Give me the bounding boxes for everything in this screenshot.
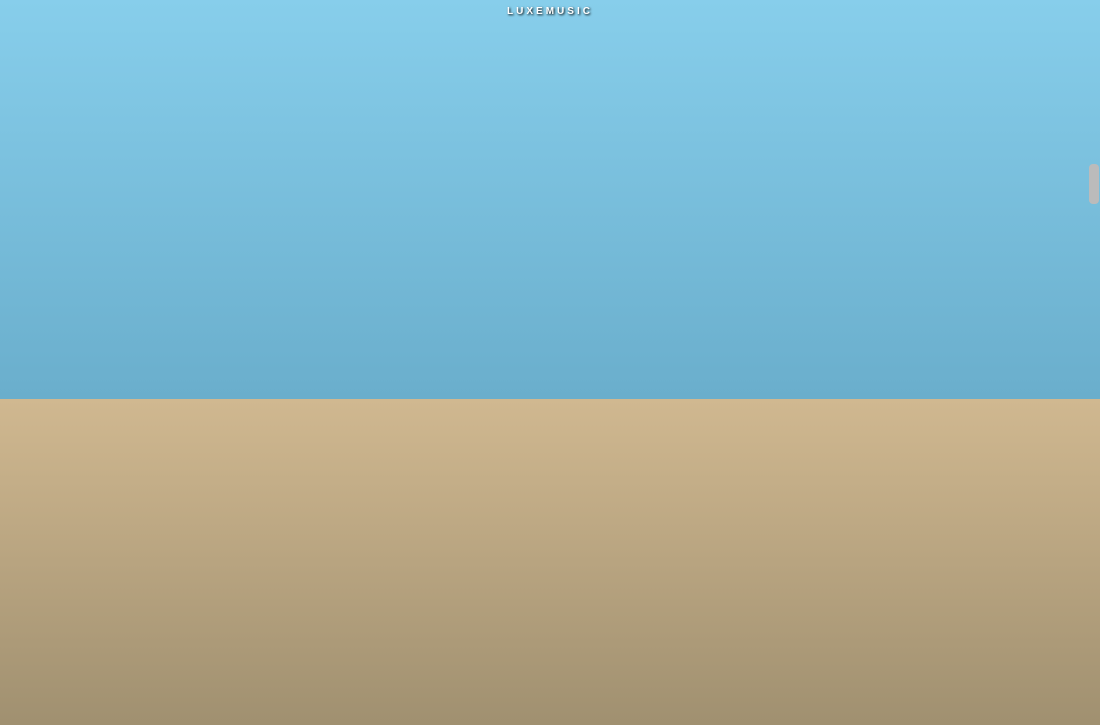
album-card-luxe[interactable]: LUXEMUSIC LUXE (664, 639, 859, 725)
main-content: Медиатека ⊞ Последние добавленные 🎤 Арти… (0, 140, 1100, 725)
scrollbar[interactable]: ▲ ▼ (1086, 140, 1100, 725)
album-grid: AGUA SIN GAS BY ANTOINE CLAMARANCOMIN IN… (241, 156, 1070, 725)
content-area: AGUA SIN GAS BY ANTOINE CLAMARANCOMIN IN… (225, 140, 1086, 725)
album-art-luxe: LUXEMUSIC (664, 639, 859, 725)
